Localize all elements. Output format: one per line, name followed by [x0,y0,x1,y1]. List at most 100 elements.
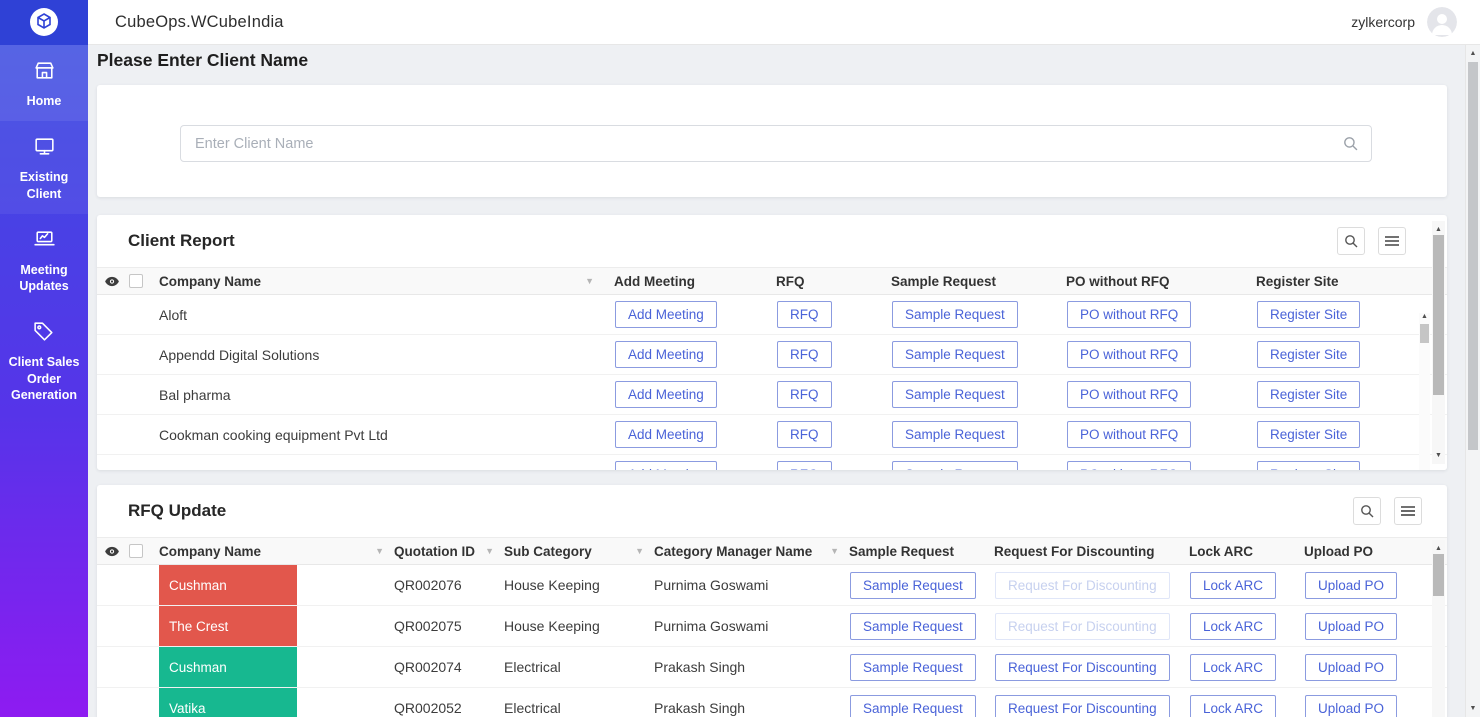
column-header-register-site: Register Site [1256,274,1447,289]
scroll-thumb[interactable] [1468,62,1478,450]
sidebar-item-existing-client[interactable]: Existing Client [0,121,88,214]
lock-arc-button[interactable]: Lock ARC [1190,613,1276,640]
column-header-company-name[interactable]: Company Name▼ [159,538,394,564]
add-meeting-button[interactable]: Add Meeting [615,341,717,368]
scroll-thumb[interactable] [1433,554,1444,596]
register-site-button[interactable]: Register Site [1257,381,1360,408]
add-meeting-button[interactable]: Add Meeting [615,461,717,470]
client-report-grid-scrollbar[interactable]: ▲ [1419,313,1430,470]
sample-request-button[interactable]: Sample Request [850,695,976,717]
panel-search-button[interactable] [1353,497,1381,525]
lock-arc-button[interactable]: Lock ARC [1190,572,1276,599]
scroll-thumb[interactable] [1420,324,1429,343]
column-header-sample-request: Sample Request [849,544,994,559]
rfq-button[interactable]: RFQ [777,461,832,470]
company-name-cell: Cushman [159,467,614,471]
monitor-icon [32,134,57,159]
quotation-id-cell: QR002076 [394,577,504,593]
client-name-input[interactable] [180,125,1372,162]
client-report-panel-scrollbar[interactable]: ▲ ▼ [1432,221,1445,464]
scroll-thumb[interactable] [1433,235,1444,395]
request-for-discounting-button[interactable]: Request For Discounting [995,695,1170,717]
panel-search-button[interactable] [1337,227,1365,255]
client-report-row: Cookman cooking equipment Pvt Ltd Add Me… [97,415,1447,455]
column-header-category-manager-name[interactable]: Category Manager Name▼ [654,544,849,559]
sample-request-button[interactable]: Sample Request [850,613,976,640]
add-meeting-button[interactable]: Add Meeting [615,381,717,408]
sample-request-button[interactable]: Sample Request [892,421,1018,448]
scroll-down-icon[interactable]: ▼ [1466,705,1480,712]
po-without-rfq-button[interactable]: PO without RFQ [1067,341,1191,368]
sidebar-item-label: Client Sales Order Generation [3,354,85,403]
hamburger-icon [1401,505,1415,517]
sidebar-item-client-sales-order-generation[interactable]: Client Sales Order Generation [0,306,88,415]
scroll-up-icon[interactable]: ▲ [1432,226,1445,233]
add-meeting-button[interactable]: Add Meeting [615,421,717,448]
upload-po-button[interactable]: Upload PO [1305,654,1397,681]
po-without-rfq-button[interactable]: PO without RFQ [1067,381,1191,408]
lock-arc-button[interactable]: Lock ARC [1190,654,1276,681]
avatar[interactable] [1427,7,1457,37]
rfq-button[interactable]: RFQ [777,341,832,368]
column-header-rfq: RFQ [776,274,891,289]
company-name-cell: Appendd Digital Solutions [159,347,614,363]
column-header-sub-category[interactable]: Sub Category▼ [504,544,654,559]
select-all-checkbox[interactable] [129,544,143,558]
add-meeting-button[interactable]: Add Meeting [615,301,717,328]
client-report-row: Aloft Add Meeting RFQ Sample Request PO … [97,295,1447,335]
request-for-discounting-button[interactable]: Request For Discounting [995,654,1170,681]
register-site-button[interactable]: Register Site [1257,461,1360,470]
column-header-company-name[interactable]: Company Name▼ [159,274,614,289]
scroll-up-icon[interactable]: ▲ [1419,313,1430,320]
upload-po-button[interactable]: Upload PO [1305,572,1397,599]
show-hide-columns-icon[interactable] [97,546,127,557]
cube-globe-icon [28,6,60,38]
sidebar-item-meeting-updates[interactable]: Meeting Updates [0,214,88,307]
rfq-update-header-row: Company Name▼ Quotation ID▼ Sub Category… [97,537,1447,565]
column-header-quotation-id[interactable]: Quotation ID▼ [394,544,504,559]
upload-po-button[interactable]: Upload PO [1305,695,1397,717]
register-site-button[interactable]: Register Site [1257,421,1360,448]
rfq-update-panel-scrollbar[interactable]: ▲ [1432,540,1445,717]
scroll-up-icon[interactable]: ▲ [1432,545,1445,552]
sample-request-button[interactable]: Sample Request [892,461,1018,470]
rfq-update-row: The Crest QR002075 House Keeping Purnima… [97,606,1447,647]
register-site-button[interactable]: Register Site [1257,301,1360,328]
company-name-cell: Bal pharma [159,387,614,403]
rfq-button[interactable]: RFQ [777,421,832,448]
register-site-button[interactable]: Register Site [1257,341,1360,368]
scroll-down-icon[interactable]: ▼ [1432,452,1445,459]
lock-arc-button[interactable]: Lock ARC [1190,695,1276,717]
search-icon[interactable] [1343,136,1358,156]
eye-icon [104,546,120,557]
main-content: Please Enter Client Name Client Report [88,45,1480,717]
sample-request-button[interactable]: Sample Request [850,654,976,681]
company-name-chip: Cushman [159,565,297,605]
sample-request-button[interactable]: Sample Request [892,301,1018,328]
sidebar-item-home[interactable]: Home [0,45,88,121]
sort-caret-icon[interactable]: ▼ [585,276,614,286]
rfq-button[interactable]: RFQ [777,381,832,408]
po-without-rfq-button[interactable]: PO without RFQ [1067,461,1191,470]
panel-menu-button[interactable] [1378,227,1406,255]
sample-request-button[interactable]: Sample Request [850,572,976,599]
sort-caret-icon[interactable]: ▼ [485,546,504,556]
scroll-up-icon[interactable]: ▲ [1466,50,1480,57]
po-without-rfq-button[interactable]: PO without RFQ [1067,301,1191,328]
panel-menu-button[interactable] [1394,497,1422,525]
page-scrollbar[interactable]: ▲ ▼ [1465,45,1480,717]
select-all-checkbox[interactable] [129,274,143,288]
sample-request-button[interactable]: Sample Request [892,381,1018,408]
app-logo[interactable] [0,0,88,45]
sort-caret-icon[interactable]: ▼ [375,546,394,556]
sort-caret-icon[interactable]: ▼ [635,546,654,556]
sample-request-button[interactable]: Sample Request [892,341,1018,368]
upload-po-button[interactable]: Upload PO [1305,613,1397,640]
rfq-button[interactable]: RFQ [777,301,832,328]
po-without-rfq-button[interactable]: PO without RFQ [1067,421,1191,448]
search-icon [1360,504,1374,518]
sort-caret-icon[interactable]: ▼ [830,546,849,556]
search-icon [1344,234,1358,248]
user-name: zylkercorp [1351,14,1415,30]
show-hide-columns-icon[interactable] [97,276,127,287]
